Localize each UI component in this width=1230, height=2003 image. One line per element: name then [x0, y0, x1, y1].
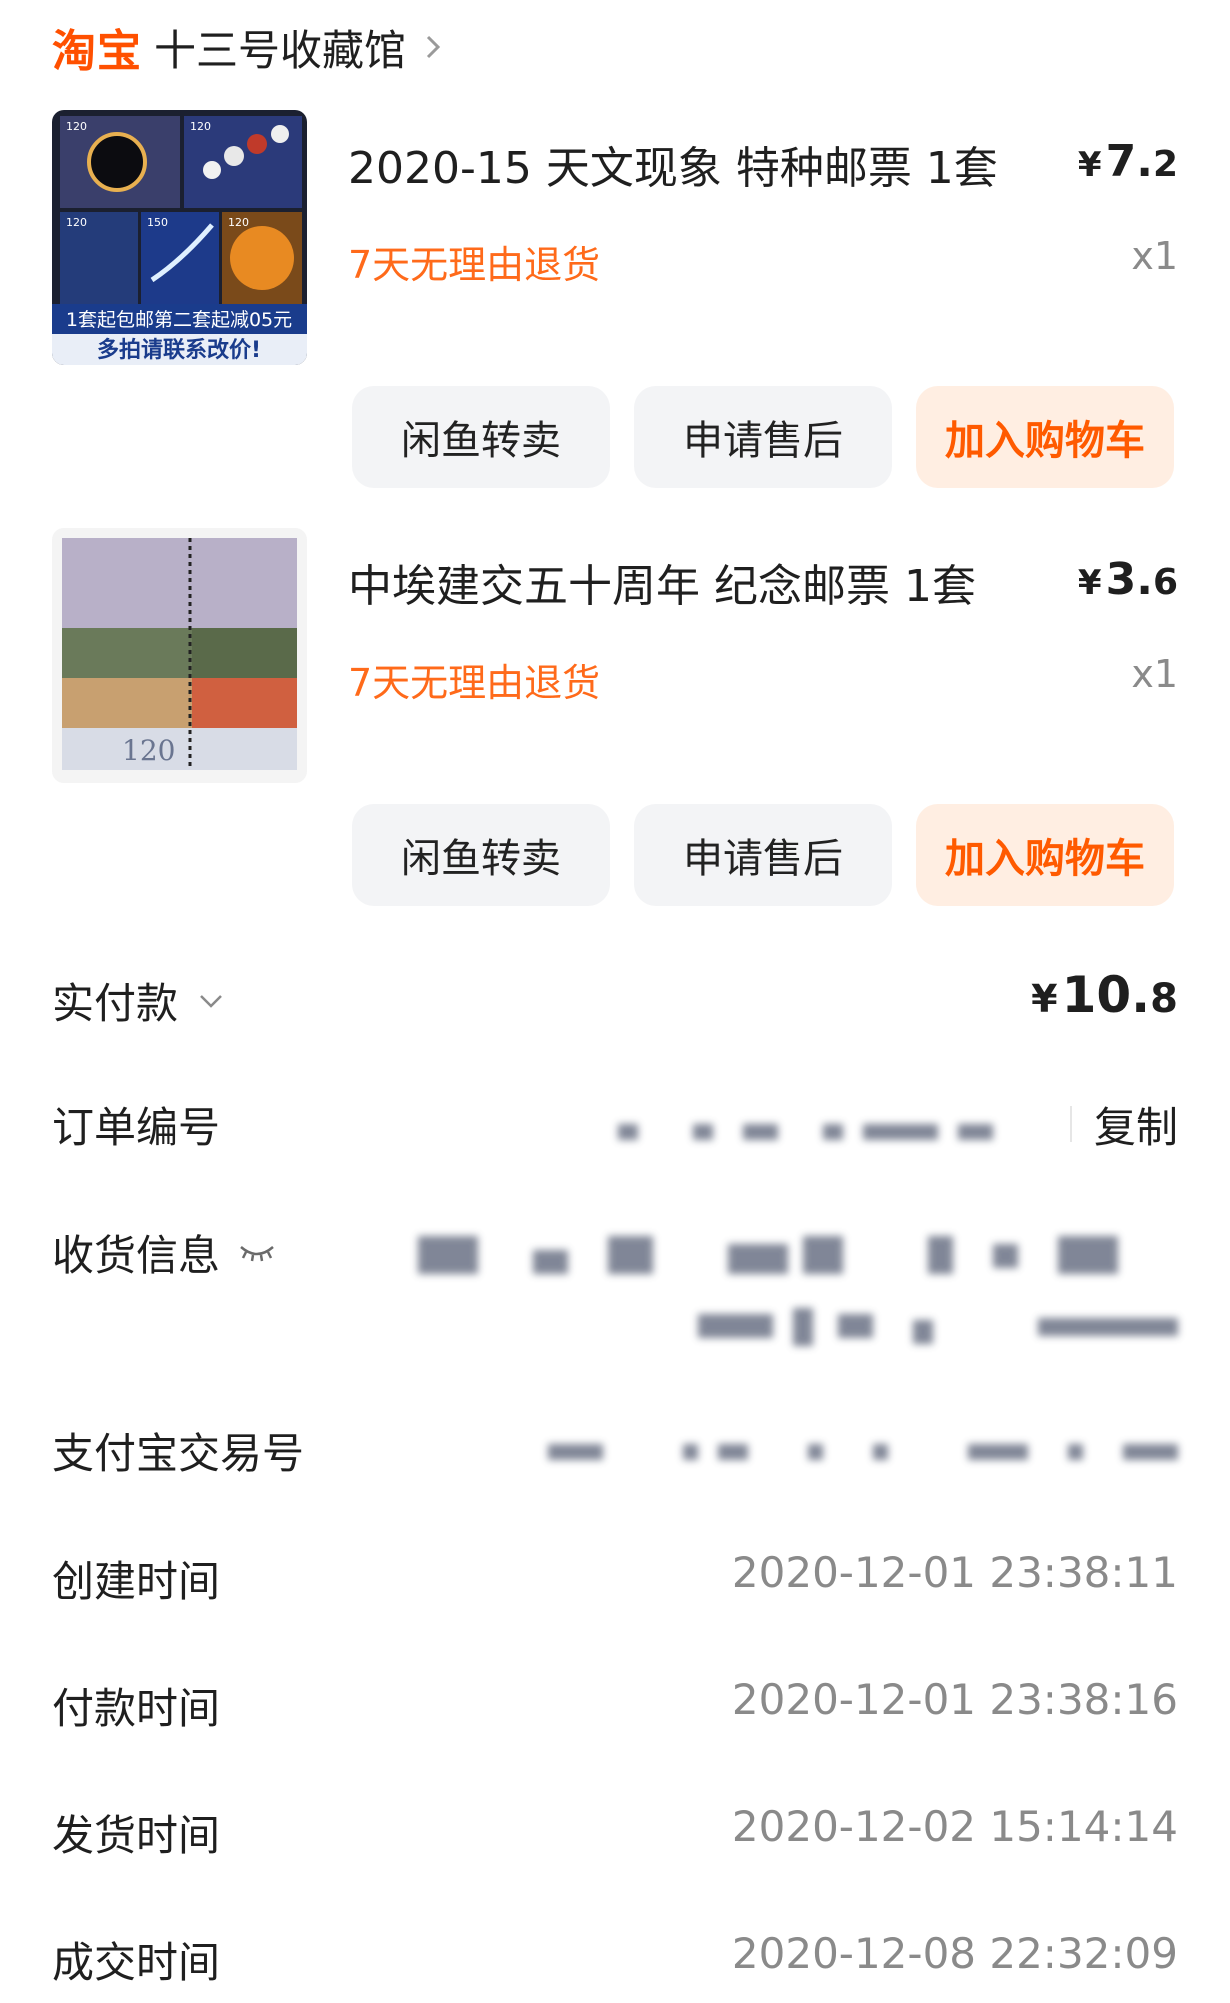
redacted-address-line-1 — [418, 1236, 1178, 1274]
created-time-row: 创建时间 2020-12-01 23:38:11 — [52, 1548, 1178, 1608]
product-price: ¥7.2 — [1078, 136, 1178, 187]
redacted-address-line-2 — [698, 1308, 1178, 1346]
stamp-value-label: 120 — [228, 216, 249, 229]
item-actions: 闲鱼转卖 申请售后 加入购物车 — [352, 804, 1174, 906]
product-title[interactable]: 2020-15 天文现象 特种邮票 1套 — [348, 132, 998, 196]
product-thumbnail[interactable]: 120 — [52, 528, 307, 783]
paid-time-row: 付款时间 2020-12-01 23:38:16 — [52, 1675, 1178, 1735]
paid-time-value: 2020-12-01 23:38:16 — [731, 1675, 1178, 1724]
stamp-value-label: 120 — [66, 120, 87, 133]
created-time-value: 2020-12-01 23:38:11 — [731, 1548, 1178, 1597]
currency-symbol: ¥ — [1077, 563, 1102, 603]
shipping-info-label: 收货信息 — [52, 1231, 221, 1280]
taobao-logo: 淘宝 — [52, 26, 142, 77]
paid-amount-label-wrap: 实付款 — [52, 970, 226, 1031]
price-integer: 7. — [1105, 136, 1153, 187]
after-sales-button[interactable]: 申请售后 — [634, 386, 892, 488]
shipped-time-label: 发货时间 — [52, 1811, 221, 1860]
shop-name[interactable]: 十三号收藏馆 — [154, 17, 406, 78]
resell-xianyu-button[interactable]: 闲鱼转卖 — [352, 804, 610, 906]
price-decimal: 2 — [1152, 144, 1178, 185]
alipay-trade-no-row: 支付宝交易号 — [52, 1420, 1178, 1480]
chevron-down-icon[interactable] — [196, 991, 226, 1011]
order-item: 120 中埃建交五十周年 纪念邮票 1套 ¥3.6 7天无理由退货 x1 闲鱼转… — [52, 528, 1178, 928]
thumb-caption-2: 多拍请联系改价! — [97, 337, 261, 363]
quantity: x1 — [1131, 234, 1178, 278]
shipped-time-row: 发货时间 2020-12-02 15:14:14 — [52, 1802, 1178, 1862]
quantity: x1 — [1131, 652, 1178, 696]
paid-time-label: 付款时间 — [52, 1684, 221, 1733]
alipay-trade-no-label: 支付宝交易号 — [52, 1429, 305, 1478]
order-item: 1套起包邮第二套起减05元 多拍请联系改价! 120 120 120 150 1… — [52, 110, 1178, 510]
shipping-label-wrap: 收货信息 — [52, 1222, 276, 1283]
after-sales-button[interactable]: 申请售后 — [634, 804, 892, 906]
redacted-order-number — [618, 1124, 1038, 1140]
completed-time-row: 成交时间 2020-12-08 22:32:09 — [52, 1929, 1178, 1989]
currency-symbol: ¥ — [1031, 977, 1058, 1021]
thumb-caption-1: 1套起包邮第二套起减05元 — [66, 309, 292, 331]
price-decimal: 6 — [1152, 562, 1178, 603]
add-to-cart-button[interactable]: 加入购物车 — [916, 386, 1174, 488]
price-integer: 3. — [1105, 554, 1153, 605]
stamp-value-label: 120 — [122, 734, 175, 767]
stamp-value-label: 150 — [147, 216, 168, 229]
stamp-value-label: 120 — [66, 216, 87, 229]
add-to-cart-button[interactable]: 加入购物车 — [916, 804, 1174, 906]
paid-amount-value: ¥10.8 — [1031, 966, 1178, 1024]
created-time-label: 创建时间 — [52, 1557, 221, 1606]
paid-integer: 10. — [1061, 966, 1151, 1024]
completed-time-label: 成交时间 — [52, 1938, 221, 1987]
return-policy-tag: 7天无理由退货 — [348, 243, 601, 287]
completed-time-value: 2020-12-08 22:32:09 — [731, 1929, 1178, 1978]
item-actions: 闲鱼转卖 申请售后 加入购物车 — [352, 386, 1174, 488]
paid-amount-row[interactable]: 实付款 ¥10.8 — [52, 966, 1178, 1031]
shipped-time-value: 2020-12-02 15:14:14 — [731, 1802, 1178, 1851]
product-title[interactable]: 中埃建交五十周年 纪念邮票 1套 — [348, 550, 976, 614]
product-price: ¥3.6 — [1078, 554, 1178, 605]
product-thumbnail[interactable]: 1套起包邮第二套起减05元 多拍请联系改价! 120 120 120 150 1… — [52, 110, 307, 365]
shipping-info-row: 收货信息 — [52, 1222, 1178, 1382]
chevron-right-icon — [426, 35, 441, 59]
redacted-alipay-trade-no — [548, 1444, 1178, 1460]
copy-button[interactable]: 复制 — [1094, 1094, 1178, 1155]
stamp-value-label: 120 — [190, 120, 211, 133]
return-policy-tag: 7天无理由退货 — [348, 661, 601, 705]
divider — [1070, 1106, 1072, 1142]
paid-decimal: 8 — [1150, 976, 1178, 1022]
resell-xianyu-button[interactable]: 闲鱼转卖 — [352, 386, 610, 488]
shop-header[interactable]: 淘宝 十三号收藏馆 — [52, 14, 448, 80]
currency-symbol: ¥ — [1077, 145, 1102, 185]
eye-closed-icon[interactable] — [238, 1241, 276, 1265]
order-number-row: 订单编号 复制 — [52, 1094, 1178, 1154]
paid-amount-label: 实付款 — [52, 979, 179, 1028]
order-number-label: 订单编号 — [52, 1103, 221, 1152]
